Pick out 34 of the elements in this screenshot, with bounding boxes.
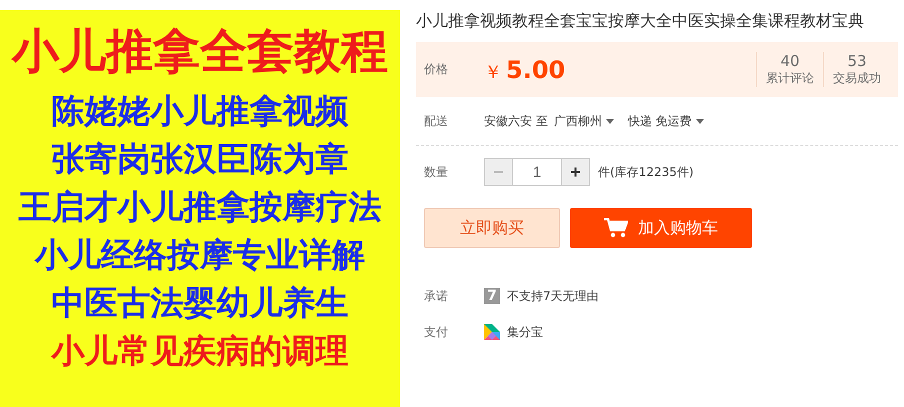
buy-now-button[interactable]: 立即购买 [424, 208, 560, 248]
increase-button[interactable]: + [561, 158, 590, 186]
payment-logo-icon [484, 324, 500, 340]
price-amount: 5.00 [506, 56, 566, 84]
poster-line: 小儿经络按摩专业详解 [35, 235, 365, 275]
price-label: 价格 [424, 61, 449, 78]
add-to-cart-button[interactable]: 加入购物车 [570, 208, 752, 248]
promise-text: 不支持7天无理由 [507, 288, 599, 304]
origin-text: 安徽六安 至 [484, 112, 548, 130]
quantity-field[interactable]: 1 [513, 158, 561, 186]
delivery-label: 配送 [424, 112, 449, 130]
poster-line: 陈姥姥小儿推拿视频 [52, 91, 348, 131]
poster-line: 小儿常见疾病的调理 [52, 331, 348, 371]
caret-icon [606, 118, 614, 124]
product-title: 小儿推拿视频教程全套宝宝按摩大全中医实操全集课程教材宝典 [416, 10, 865, 32]
stock-text: 件(库存12235件) [598, 164, 694, 180]
quantity-label: 数量 [424, 164, 449, 180]
stat-value: 40 [780, 52, 800, 70]
stat-label: 交易成功 [833, 70, 881, 87]
shipping-dropdown[interactable]: 快递 免运费 [628, 112, 692, 130]
poster-line: 张寄岗张汉臣陈为章 [52, 139, 348, 179]
promise-label: 承诺 [424, 288, 449, 304]
seven-day-badge: 7 [484, 288, 500, 304]
poster-line: 小儿推拿全套教程 [12, 23, 388, 79]
payment-text: 集分宝 [507, 324, 543, 340]
destination-dropdown[interactable]: 广西柳州 [554, 112, 602, 130]
poster-line: 中医古法婴幼儿养生 [52, 283, 348, 323]
stat-label: 累计评论 [766, 70, 814, 87]
stat-value: 53 [847, 52, 867, 70]
poster-line: 王启才小儿推拿按摩疗法 [18, 187, 382, 227]
cart-icon [604, 218, 628, 238]
currency-symbol: ￥ [484, 60, 502, 84]
payment-label: 支付 [424, 324, 449, 340]
caret-icon [696, 118, 704, 124]
